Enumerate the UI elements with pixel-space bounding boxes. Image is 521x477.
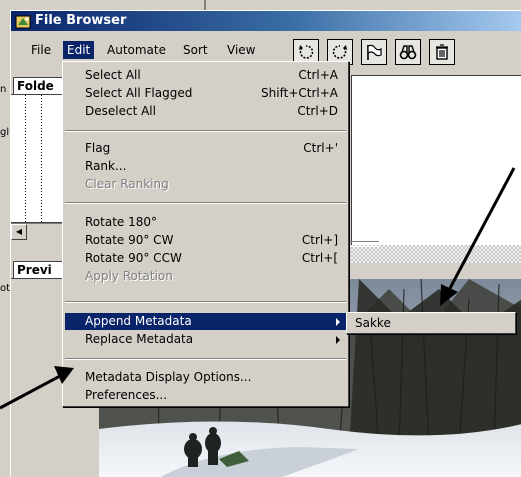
scrollbar-track[interactable] [351,245,521,263]
menu-bar: File Edit Automate Sort View [11,33,281,61]
rotate-ccw-icon [299,45,314,59]
menu-item-shortcut: Ctrl+] [301,233,338,247]
folders-scrollbar[interactable]: ◀ [11,223,63,240]
menu-separator [65,358,346,360]
find-button[interactable] [395,39,421,65]
menu-sort[interactable]: Sort [179,41,212,59]
flag-icon [367,44,382,60]
menu-item-shortcut: Ctrl+A [298,68,338,82]
delete-button[interactable] [429,39,455,65]
menu-item-rank[interactable]: Rank... [65,158,346,175]
menu-item-metadata-display-options[interactable]: Metadata Display Options... [65,369,346,386]
menu-separator [65,130,346,132]
menu-item-label: Select All Flagged [85,86,193,100]
menu-item-rotate-90-cw[interactable]: Rotate 90° CW Ctrl+] [65,232,346,249]
background-text-fragment: ot [0,283,11,294]
menu-item-shortcut: Ctrl+[ [301,251,338,265]
menu-item-deselect-all[interactable]: Deselect All Ctrl+D [65,103,346,120]
folders-tree[interactable] [11,94,64,223]
menu-item-append-metadata[interactable]: Append Metadata [65,313,346,330]
menu-item-label: Apply Rotation [85,269,173,283]
menu-item-rotate-90-ccw[interactable]: Rotate 90° CCW Ctrl+[ [65,250,346,267]
menu-item-label: Rotate 90° CW [85,233,174,247]
menu-separator [65,301,346,303]
background-text-fragment: gl [0,127,10,138]
menu-item-label: Clear Ranking [85,177,169,191]
menu-item-label: Metadata Display Options... [85,370,252,384]
tab-folders[interactable]: Folde [13,77,69,94]
menu-item-clear-ranking: Clear Ranking [65,176,346,193]
menu-item-select-all[interactable]: Select All Ctrl+A [65,67,346,84]
submenu-arrow-icon [336,318,340,326]
menu-item-label: Rotate 180° [85,215,158,229]
background-text-fragment: n [0,84,7,95]
menu-item-shortcut: Shift+Ctrl+A [261,86,338,100]
thumbnail-area[interactable] [351,75,521,247]
submenu-arrow-icon [336,336,340,344]
menu-separator [65,202,346,204]
menu-item-label: Replace Metadata [85,332,194,346]
menu-item-preferences[interactable]: Preferences... [65,387,346,404]
binoculars-icon [399,45,417,60]
menu-item-rotate-180[interactable]: Rotate 180° [65,214,346,231]
menu-item-label: Rank... [85,159,127,173]
menu-item-label: Select All [85,68,141,82]
rotate-cw-icon [332,45,347,59]
menu-edit[interactable]: Edit [63,41,95,59]
menu-file[interactable]: File [27,41,55,59]
title-bar[interactable]: File Browser [11,11,521,31]
menu-item-label: Append Metadata [85,314,192,328]
menu-item-select-all-flagged[interactable]: Select All Flagged Shift+Ctrl+A [65,85,346,102]
screenshot-stage: n gl ot File Browser File Edit Automate … [0,0,521,477]
menu-item-label: Flag [85,141,111,155]
menu-item-shortcut: Ctrl+' [303,141,338,155]
menu-item-flag[interactable]: Flag Ctrl+' [65,140,346,157]
scroll-left-button[interactable]: ◀ [11,224,27,240]
menu-item-apply-rotation: Apply Rotation [65,268,346,285]
menu-view[interactable]: View [223,41,259,59]
append-metadata-submenu: Sakke [346,312,516,334]
edit-menu-dropdown: Select All Ctrl+A Select All Flagged Shift… [62,61,349,407]
window-title: File Browser [35,13,127,28]
menu-item-label: Preferences... [85,388,168,402]
app-icon [15,15,31,29]
menu-item-shortcut: Ctrl+D [297,104,338,118]
menu-item-label: Deselect All [85,104,156,118]
menu-item-label: Rotate 90° CCW [85,251,182,265]
trash-icon [436,44,448,60]
submenu-item-sakke[interactable]: Sakke [355,315,391,331]
flag-button[interactable] [361,39,387,65]
menu-automate[interactable]: Automate [103,41,170,59]
menu-item-replace-metadata[interactable]: Replace Metadata [65,331,346,348]
